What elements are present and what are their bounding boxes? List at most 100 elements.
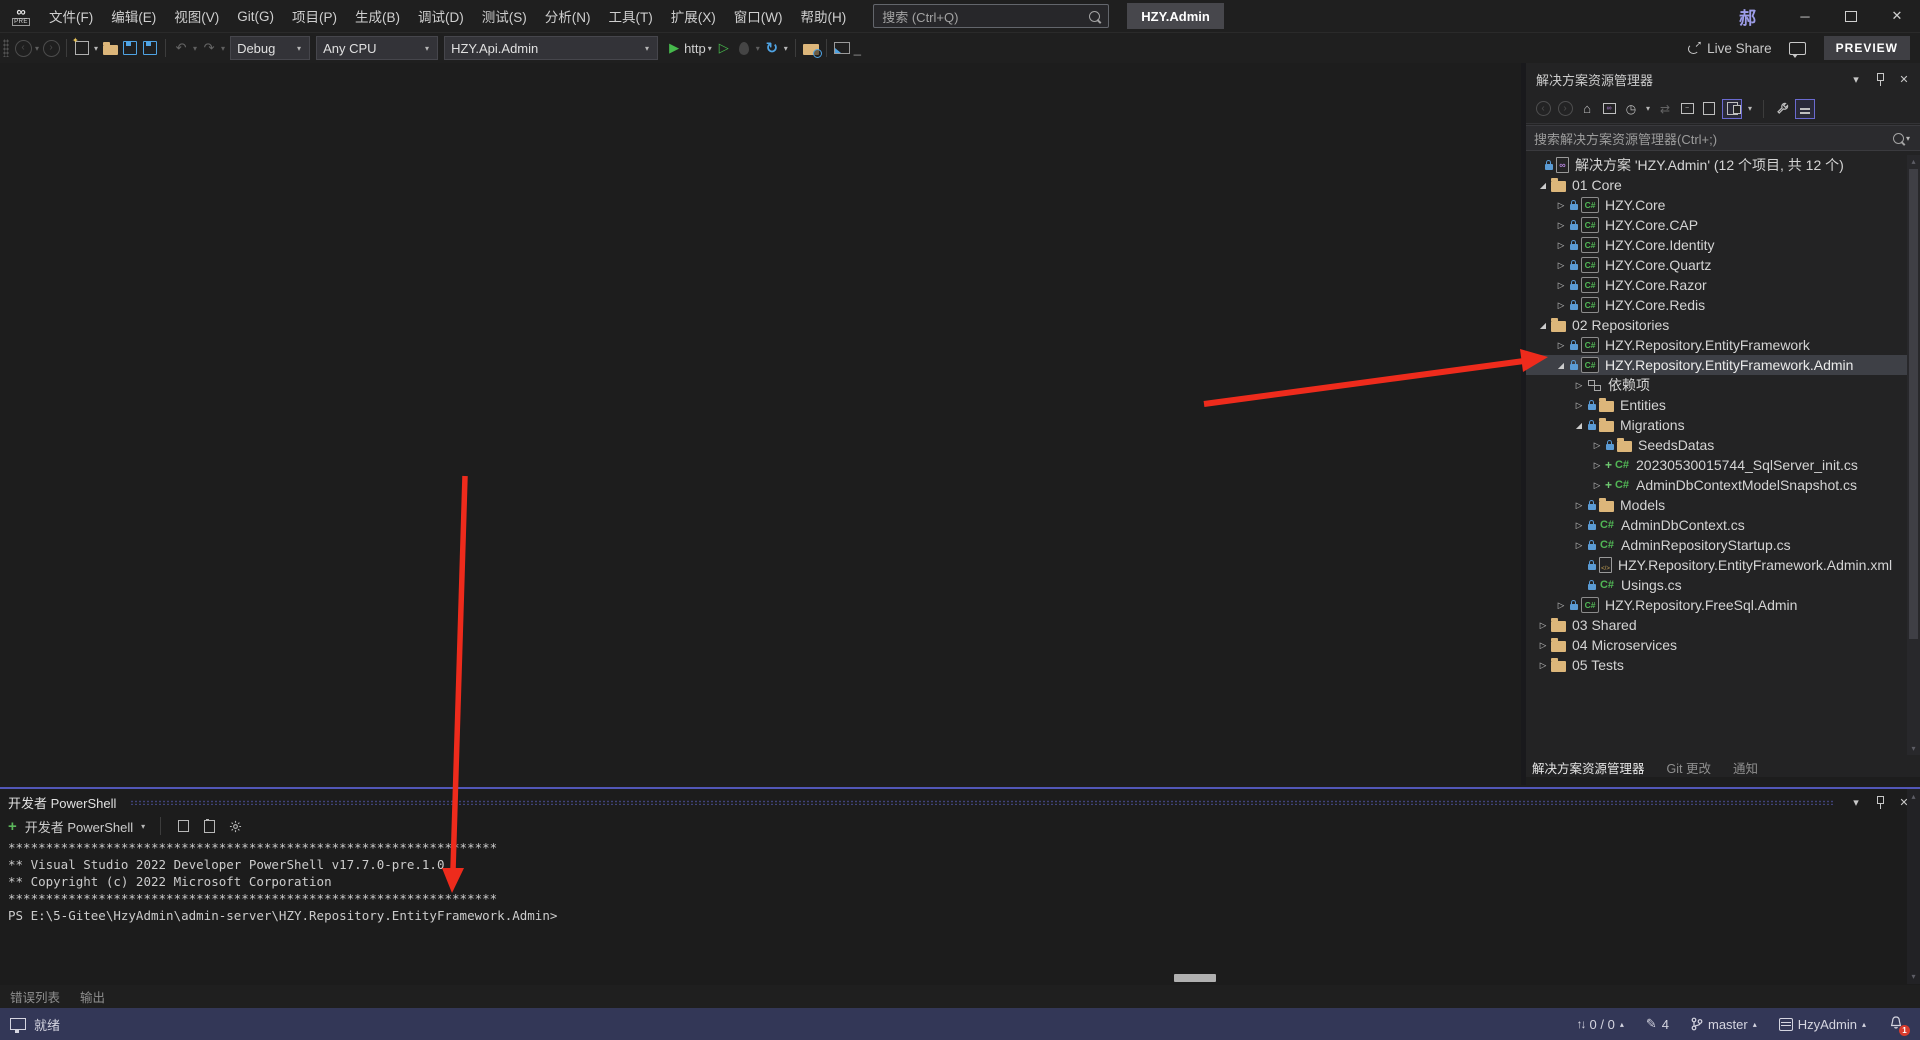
tree-collapsed-icon[interactable]: ▷ xyxy=(1554,280,1568,291)
tree-item[interactable]: ◢Migrations xyxy=(1526,415,1920,435)
terminal-settings-gear-icon[interactable] xyxy=(226,817,244,835)
explorer-scrollbar[interactable]: ▴ ▾ xyxy=(1907,155,1920,755)
start-debug-button[interactable]: ▶ http ▾ xyxy=(669,36,714,60)
minimize-button[interactable]: ─ xyxy=(1782,0,1828,32)
save-button[interactable] xyxy=(120,36,140,60)
menu-item-12[interactable]: 帮助(H) xyxy=(791,0,855,32)
tree-collapsed-icon[interactable]: ▷ xyxy=(1554,240,1568,251)
tree-collapsed-icon[interactable]: ▷ xyxy=(1554,220,1568,231)
scroll-up-icon[interactable]: ▴ xyxy=(1907,157,1920,166)
tree-collapsed-icon[interactable]: ▷ xyxy=(1536,660,1550,671)
undo-dropdown[interactable]: ▾ xyxy=(193,44,197,53)
redo-button[interactable]: ↷ xyxy=(199,36,219,60)
menu-item-10[interactable]: 扩展(X) xyxy=(662,0,725,32)
preview-channel-button[interactable]: PREVIEW xyxy=(1824,36,1910,60)
filter-dropdown[interactable]: ▾ xyxy=(1646,104,1650,113)
tree-item[interactable]: ▷03 Shared xyxy=(1526,615,1920,635)
tree-item[interactable]: ▷C#HZY.Core.Redis xyxy=(1526,295,1920,315)
explorer-back-button[interactable]: ‹ xyxy=(1534,100,1552,118)
panel-tab-1[interactable]: Git 更改 xyxy=(1667,758,1711,777)
preview-selected-items-toggle[interactable] xyxy=(1795,99,1815,119)
tree-collapsed-icon[interactable]: ▷ xyxy=(1554,600,1568,611)
new-item-button[interactable] xyxy=(72,36,92,60)
account-avatar[interactable]: 郝 xyxy=(1739,4,1756,29)
git-sync-status[interactable]: ↑↓ 0 / 0 ▴ xyxy=(1577,1017,1624,1032)
tree-item[interactable]: ▷C#AdminRepositoryStartup.cs xyxy=(1526,535,1920,555)
navigate-forward-button[interactable]: › xyxy=(41,36,61,60)
menu-item-3[interactable]: Git(G) xyxy=(228,0,283,32)
tree-item[interactable]: ▷C#HZY.Core.Quartz xyxy=(1526,255,1920,275)
tree-item[interactable]: ▷04 Microservices xyxy=(1526,635,1920,655)
terminal-window-button[interactable] xyxy=(832,36,852,60)
feedback-button[interactable] xyxy=(1788,36,1808,60)
properties-pages-icon[interactable] xyxy=(1700,100,1718,118)
terminal-grip[interactable] xyxy=(130,800,1834,805)
collapse-all-icon[interactable]: − xyxy=(1678,100,1696,118)
menu-item-7[interactable]: 测试(S) xyxy=(473,0,536,32)
horizontal-scrollbar-thumb[interactable] xyxy=(1174,974,1216,982)
maximize-button[interactable] xyxy=(1828,0,1874,32)
configuration-dropdown[interactable]: Debug▾ xyxy=(230,36,310,60)
redo-dropdown[interactable]: ▾ xyxy=(221,44,225,53)
tree-expanded-icon[interactable]: ◢ xyxy=(1536,181,1550,190)
tree-item[interactable]: ▷SeedsDatas xyxy=(1526,435,1920,455)
scroll-up-icon[interactable]: ▴ xyxy=(1907,792,1920,801)
bottom-tab-1[interactable]: 输出 xyxy=(80,987,105,1006)
tree-item[interactable]: ▷C#AdminDbContext.cs xyxy=(1526,515,1920,535)
scrollbar-thumb[interactable] xyxy=(1909,169,1918,639)
tree-item[interactable]: ◢C#HZY.Repository.EntityFramework.Admin xyxy=(1526,355,1920,375)
find-in-files-button[interactable] xyxy=(801,36,821,60)
git-branch-status[interactable]: master ▴ xyxy=(1691,1017,1757,1032)
restart-app-button[interactable]: ↻ xyxy=(762,36,782,60)
menu-item-1[interactable]: 编辑(E) xyxy=(102,0,165,32)
tree-collapsed-icon[interactable]: ▷ xyxy=(1572,380,1586,391)
tree-collapsed-icon[interactable]: ▷ xyxy=(1572,400,1586,411)
tree-collapsed-icon[interactable]: ▷ xyxy=(1572,540,1586,551)
run-profile-dropdown[interactable]: ▾ xyxy=(708,44,712,53)
tree-collapsed-icon[interactable]: ▷ xyxy=(1554,200,1568,211)
new-terminal-button[interactable]: + xyxy=(8,818,17,835)
tree-collapsed-icon[interactable]: ▷ xyxy=(1590,460,1604,471)
tree-expanded-icon[interactable]: ◢ xyxy=(1536,321,1550,330)
tree-collapsed-icon[interactable]: ▷ xyxy=(1536,620,1550,631)
solution-name-badge[interactable]: HZY.Admin xyxy=(1127,3,1224,29)
scroll-down-icon[interactable]: ▾ xyxy=(1907,972,1920,981)
tree-item[interactable]: ▷Models xyxy=(1526,495,1920,515)
platform-dropdown[interactable]: Any CPU▾ xyxy=(316,36,438,60)
terminal-profile-dropdown[interactable]: 开发者 PowerShell ▾ xyxy=(25,817,147,836)
tree-collapsed-icon[interactable]: ▷ xyxy=(1536,640,1550,651)
menu-item-6[interactable]: 调试(D) xyxy=(409,0,473,32)
tree-item[interactable]: </>HZY.Repository.EntityFramework.Admin.… xyxy=(1526,555,1920,575)
hot-reload-button[interactable] xyxy=(734,36,754,60)
toolbar-grip[interactable] xyxy=(3,39,9,57)
restart-app-dropdown[interactable]: ▾ xyxy=(784,44,788,53)
tree-item[interactable]: ▷C#HZY.Repository.FreeSql.Admin xyxy=(1526,595,1920,615)
tree-item[interactable]: ▷+C#AdminDbContextModelSnapshot.cs xyxy=(1526,475,1920,495)
sync-with-active-document-icon[interactable]: ⇄ xyxy=(1656,100,1674,118)
tree-item[interactable]: ◢01 Core xyxy=(1526,175,1920,195)
tree-collapsed-icon[interactable]: ▷ xyxy=(1590,480,1604,491)
tree-item[interactable]: ▷C#HZY.Repository.EntityFramework xyxy=(1526,335,1920,355)
tree-item[interactable]: ▷C#HZY.Core xyxy=(1526,195,1920,215)
tree-collapsed-icon[interactable]: ▷ xyxy=(1572,520,1586,531)
hot-reload-dropdown[interactable]: ▾ xyxy=(756,44,760,53)
terminal-output[interactable]: ****************************************… xyxy=(8,839,557,924)
open-folder-button[interactable] xyxy=(100,36,120,60)
pending-edits-status[interactable]: ✎ 4 xyxy=(1646,1016,1669,1032)
tree-collapsed-icon[interactable]: ▷ xyxy=(1554,340,1568,351)
tree-item[interactable]: ∞解决方案 'HZY.Admin' (12 个项目, 共 12 个) xyxy=(1526,155,1920,175)
menu-item-2[interactable]: 视图(V) xyxy=(165,0,228,32)
navigate-back-button[interactable]: ‹ xyxy=(13,36,33,60)
window-position-dropdown[interactable]: ▾ xyxy=(1848,794,1864,810)
git-repository-status[interactable]: HzyAdmin ▴ xyxy=(1779,1017,1866,1032)
home-icon[interactable]: ⌂ xyxy=(1578,100,1596,118)
panel-tab-0[interactable]: 解决方案资源管理器 xyxy=(1532,758,1645,777)
quick-search-input[interactable]: 搜索 (Ctrl+Q) xyxy=(873,4,1109,28)
panel-tab-2[interactable]: 通知 xyxy=(1733,758,1758,777)
tree-item[interactable]: ▷05 Tests xyxy=(1526,655,1920,675)
tree-collapsed-icon[interactable]: ▷ xyxy=(1554,260,1568,271)
tree-collapsed-icon[interactable]: ▷ xyxy=(1590,440,1604,451)
close-button[interactable]: ✕ xyxy=(1874,0,1920,32)
save-all-button[interactable] xyxy=(140,36,160,60)
close-panel-button[interactable]: ✕ xyxy=(1896,71,1912,87)
